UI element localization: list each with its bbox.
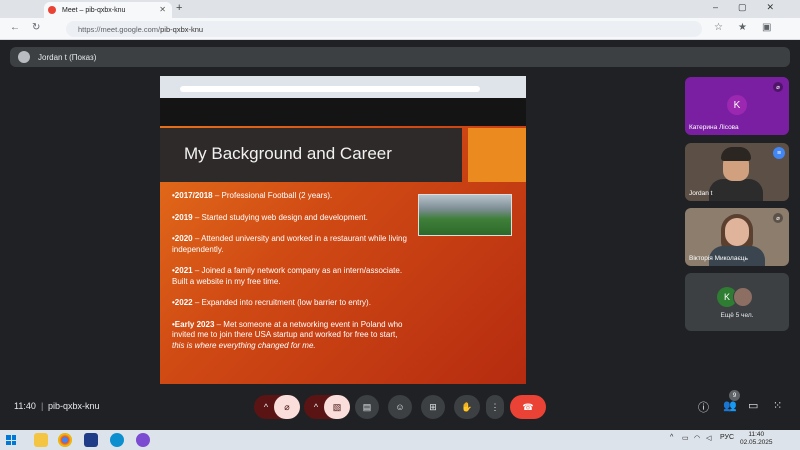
camera-off-icon: ▧ <box>332 401 342 412</box>
hang-up-icon: ☎ <box>522 401 534 412</box>
url-host: https://meet.google.com/ <box>78 24 161 34</box>
close-tab-icon[interactable]: ✕ <box>159 5 166 14</box>
stadium-image <box>418 194 512 236</box>
app-icon[interactable] <box>84 433 98 447</box>
more-participants-tile[interactable]: K Ещё 5 чел. <box>685 273 789 331</box>
more-participants-label: Ещё 5 чел. <box>720 312 754 319</box>
raise-hand-button[interactable]: ✋ <box>454 395 480 419</box>
new-tab-button[interactable]: + <box>176 2 182 14</box>
tab-title: Meet – pib-qxbx-knu <box>62 6 126 14</box>
slide-bullets: •2017/2018 – Professional Football (2 ye… <box>172 191 412 362</box>
browser-tab-bar: Meet – pib-qxbx-knu ✕ + –▢✕ <box>0 0 800 18</box>
participant-video-hair <box>721 147 751 161</box>
people-count-badge: 9 <box>729 390 740 401</box>
chevron-up-icon: ^ <box>263 402 269 412</box>
captions-button[interactable]: ▤ <box>355 395 379 419</box>
reactions-button[interactable]: ☺ <box>388 395 412 419</box>
presenter-avatar <box>18 51 30 63</box>
browser-tab[interactable]: Meet – pib-qxbx-knu ✕ <box>44 2 172 18</box>
url-path: pib-qxbx-knu <box>160 24 204 34</box>
mic-off-icon: ⌀ <box>773 213 783 223</box>
mic-off-icon: ⌀ <box>773 82 783 92</box>
separator: | <box>41 401 44 411</box>
edge-icon[interactable] <box>110 433 124 447</box>
collections-icon[interactable]: ▣ <box>762 22 771 33</box>
captions-icon: ▤ <box>362 401 372 412</box>
chrome-icon[interactable] <box>58 433 72 447</box>
system-clock[interactable]: 11:40 02.05.2025 <box>740 431 773 447</box>
record-icon <box>48 6 56 14</box>
more-options-button[interactable]: ⋮ <box>486 395 504 419</box>
slide-accent-box <box>468 128 526 182</box>
favorites-icon[interactable]: ★ <box>738 22 747 33</box>
avatar <box>733 287 753 307</box>
meeting-time: 11:40 <box>14 401 36 411</box>
more-vert-icon: ⋮ <box>490 401 500 412</box>
participant-name: Вікторія Миколаєць <box>689 255 748 262</box>
participant-video-face <box>725 218 749 246</box>
windows-start-icon[interactable] <box>6 435 16 445</box>
present-icon: ⊞ <box>429 401 437 412</box>
participant-tile[interactable]: ⌀ Вікторія Миколаєць <box>685 208 789 266</box>
emoji-icon: ☺ <box>395 402 405 412</box>
mic-off-icon: ⌀ <box>284 401 290 412</box>
camera-toggle-button[interactable]: ▧ <box>324 395 350 419</box>
address-bar[interactable]: https://meet.google.com/pib-qxbx-knu <box>66 21 702 37</box>
browser-nav-bar: ← ↻ https://meet.google.com/pib-qxbx-knu… <box>0 18 800 40</box>
bullet-item: •Early 2023 – Met someone at a networkin… <box>172 319 403 350</box>
slide-title: My Background and Career <box>184 144 392 163</box>
chevron-up-icon[interactable]: ^ <box>670 434 673 441</box>
clock-date: 02.05.2025 <box>740 439 773 446</box>
present-button[interactable]: ⊞ <box>421 395 445 419</box>
window-controls[interactable]: –▢✕ <box>713 2 794 13</box>
info-icon[interactable]: ⓘ <box>698 399 709 415</box>
leave-call-button[interactable]: ☎ <box>510 395 546 419</box>
chevron-up-icon: ^ <box>313 402 319 412</box>
shared-browser-chrome <box>160 76 526 98</box>
presenter-label: Jordan t (Показ) <box>38 53 97 62</box>
bullet-item: •2020 – Attended university and worked i… <box>172 234 407 254</box>
app-icon[interactable] <box>136 433 150 447</box>
volume-icon[interactable]: ◁ <box>706 434 711 442</box>
shared-screen: My Background and Career •2017/2018 – Pr… <box>160 76 526 384</box>
speaking-icon: ≡ <box>773 147 785 159</box>
network-icon[interactable]: ▭ <box>682 434 689 442</box>
back-icon[interactable]: ← <box>10 22 20 33</box>
star-icon[interactable]: ☆ <box>714 22 723 33</box>
shared-address-bar <box>180 86 480 92</box>
participant-name: Катерина Лісова <box>689 124 739 131</box>
clock-time: 11:40 <box>748 431 765 438</box>
mic-toggle-button[interactable]: ⌀ <box>274 395 300 419</box>
slide-top-strip <box>160 98 526 126</box>
reload-icon[interactable]: ↻ <box>32 22 40 33</box>
activities-icon[interactable]: ⁙ <box>773 399 782 412</box>
presenter-bar <box>10 47 790 67</box>
bullet-item: •2021 – Joined a family network company … <box>172 266 403 286</box>
participant-tile[interactable]: ≡ Jordan t <box>685 143 789 201</box>
bullet-item: •2022 – Expanded into recruitment (low b… <box>172 298 371 307</box>
participant-video <box>709 179 763 201</box>
input-language[interactable]: РУС <box>720 434 734 441</box>
hand-icon: ✋ <box>461 401 473 412</box>
wifi-icon[interactable]: ◠ <box>694 434 700 442</box>
file-explorer-icon[interactable] <box>34 433 48 447</box>
meeting-code: pib-qxbx-knu <box>48 401 100 411</box>
participant-name: Jordan t <box>689 190 713 197</box>
bullet-item: •2019 – Started studying web design and … <box>172 212 368 222</box>
chat-icon[interactable]: ▭ <box>748 399 758 412</box>
participant-tile[interactable]: K ⌀ Катерина Лісова <box>685 77 789 135</box>
avatar: K <box>727 95 747 115</box>
bullet-item: •2017/2018 – Professional Football (2 ye… <box>172 191 333 200</box>
